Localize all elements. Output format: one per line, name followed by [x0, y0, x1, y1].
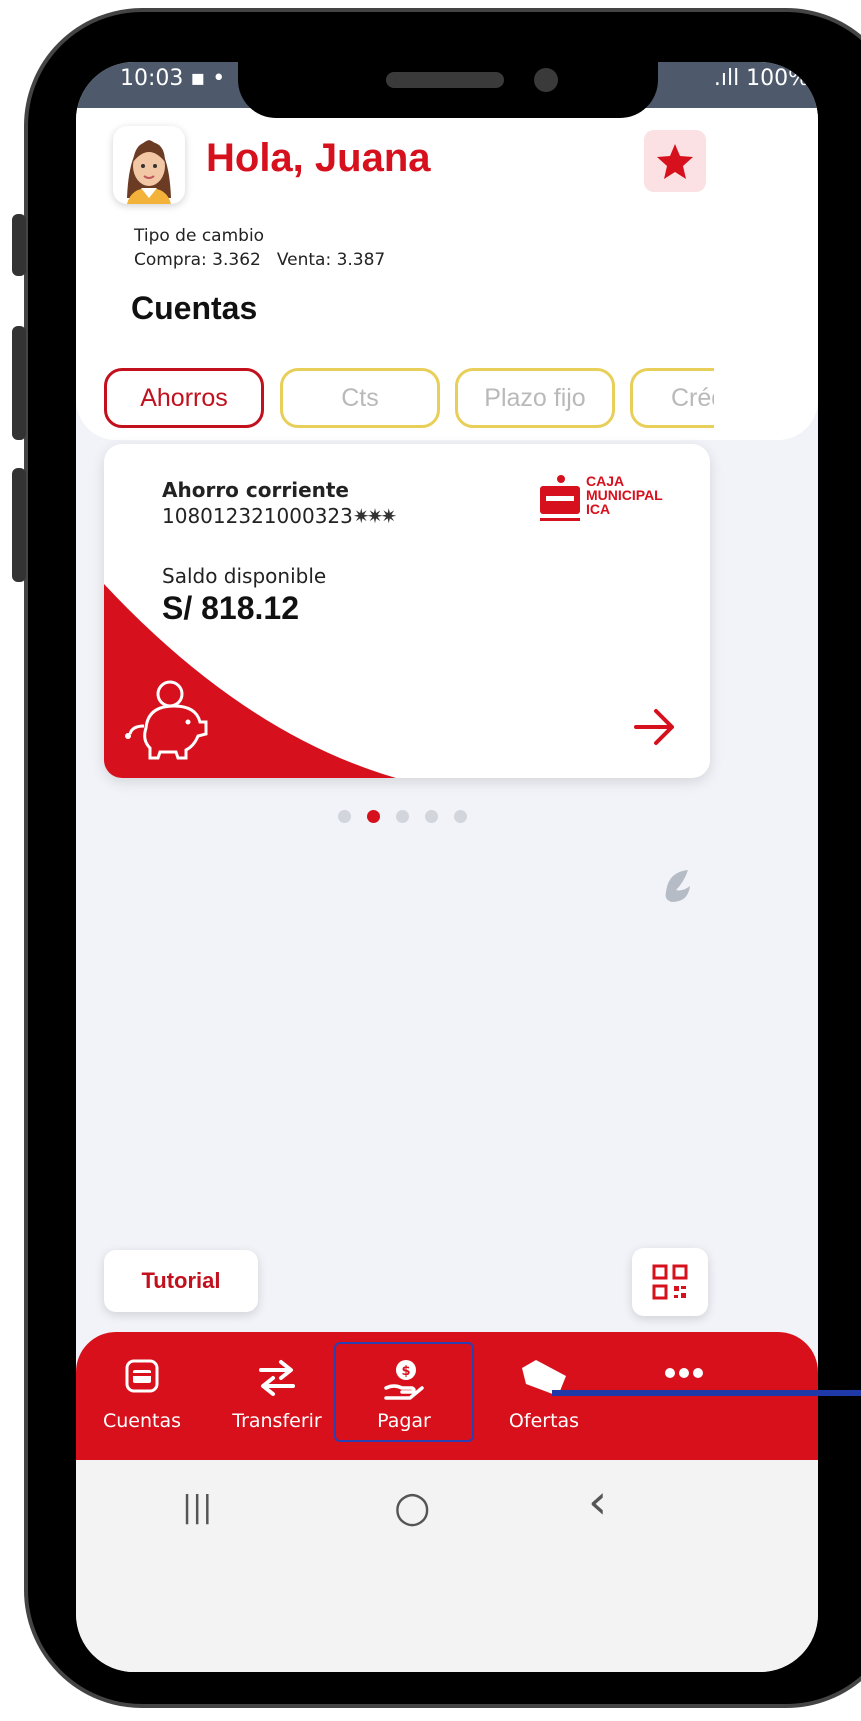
- balance-value: S/ 818.12: [162, 590, 299, 626]
- account-card[interactable]: Ahorro corriente 108012321000323✷✷✷ Sald…: [104, 444, 710, 778]
- android-navigation-bar: ||| ○ ‹: [76, 1460, 818, 1672]
- phone-notch: [238, 62, 658, 118]
- logo-line-3: ICA: [586, 501, 611, 517]
- nav-item-transferir[interactable]: Transferir: [212, 1332, 342, 1460]
- status-time: 10:03 ▪ •: [120, 66, 226, 91]
- bottom-navigation: Cuentas Transferir $ Pagar Ofertas: [76, 1332, 818, 1460]
- carousel-dot[interactable]: [396, 810, 409, 823]
- favorites-button[interactable]: [644, 130, 706, 192]
- balance-label: Saldo disponible: [162, 564, 327, 588]
- carousel-dot-active[interactable]: [367, 810, 380, 823]
- tab-credito[interactable]: Créd: [630, 368, 714, 428]
- avatar-illustration: [127, 140, 171, 204]
- nav-label-cuentas: Cuentas: [102, 1410, 182, 1432]
- wallet-icon: [125, 1359, 159, 1393]
- transfer-arrows-icon: [259, 1360, 295, 1396]
- tab-plazo-fijo[interactable]: Plazo fijo: [455, 368, 615, 428]
- notch-speaker: [386, 72, 504, 88]
- qr-code-icon: [652, 1264, 688, 1300]
- nav-label-ofertas: Ofertas: [508, 1410, 580, 1432]
- tab-cts[interactable]: Cts: [280, 368, 440, 428]
- pagar-highlight-box: [334, 1342, 474, 1442]
- bank-logo-text: CAJA MUNICIPAL ICA: [586, 474, 663, 516]
- account-type-tabs: Ahorros Cts Plazo fijo Créd: [104, 368, 714, 434]
- nav-label-transferir: Transferir: [232, 1410, 322, 1432]
- greeting-title: Hola, Juana: [206, 136, 431, 180]
- tab-ahorros[interactable]: Ahorros: [104, 368, 264, 428]
- avatar[interactable]: [113, 126, 185, 204]
- carousel-dot[interactable]: [425, 810, 438, 823]
- logo-line-2: MUNICIPAL: [586, 487, 663, 503]
- bank-logo: CAJA MUNICIPAL ICA: [538, 474, 688, 524]
- exchange-sell: Venta: 3.387: [276, 250, 386, 270]
- accounts-section-title: Cuentas: [131, 290, 258, 326]
- qr-scan-button[interactable]: [632, 1248, 708, 1316]
- star-icon: [657, 144, 693, 179]
- home-button[interactable]: ○: [394, 1482, 431, 1531]
- back-button[interactable]: ‹: [588, 1474, 607, 1530]
- account-number-digits: 108012321000323: [162, 504, 353, 528]
- carousel-dot[interactable]: [338, 810, 351, 823]
- nav-item-cuentas[interactable]: Cuentas: [82, 1332, 202, 1460]
- exchange-rate-values: Compra: 3.362 Venta: 3.387: [134, 250, 385, 270]
- header-card: Hola, Juana Tipo de cambio Compra: 3.362…: [76, 108, 818, 440]
- account-number: 108012321000323✷✷✷: [162, 504, 397, 528]
- exchange-buy: Compra: 3.362: [134, 250, 261, 270]
- arrow-right-icon[interactable]: [632, 706, 678, 748]
- piggy-bank-icon: [125, 680, 208, 760]
- callout-line: [552, 1390, 861, 1396]
- phone-volume-down-button: [12, 468, 26, 582]
- bank-logo-mark: [540, 475, 580, 521]
- carousel-pagination: [338, 808, 483, 823]
- phone-screen: 10:03 ▪ • .ıll 100%▪ Hola, Juana Tipo de…: [76, 62, 818, 1672]
- account-type: Ahorro corriente: [162, 478, 349, 502]
- phone-volume-up-button: [12, 326, 26, 440]
- exchange-rate-title: Tipo de cambio: [134, 226, 265, 246]
- logo-line-1: CAJA: [586, 473, 625, 489]
- phone-mute-button: [12, 214, 26, 276]
- recents-button[interactable]: |||: [182, 1490, 212, 1525]
- account-number-mask: ✷✷✷: [352, 504, 397, 528]
- tutorial-button[interactable]: Tutorial: [104, 1250, 258, 1312]
- nav-item-more[interactable]: [624, 1332, 744, 1460]
- notch-camera: [534, 68, 558, 92]
- status-indicators: .ıll 100%▪: [713, 66, 818, 91]
- floating-assistant-icon[interactable]: [658, 866, 698, 906]
- more-dots-icon: [665, 1368, 703, 1378]
- carousel-dot[interactable]: [454, 810, 467, 823]
- nav-item-ofertas[interactable]: Ofertas: [484, 1332, 604, 1460]
